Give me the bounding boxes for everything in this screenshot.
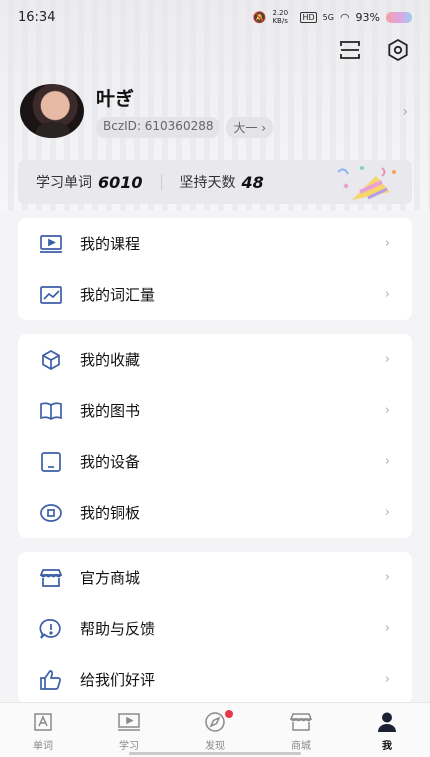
- chevron-right-icon: ›: [384, 352, 390, 367]
- hd-badge: HD: [300, 11, 317, 23]
- user-name: 叶ぎ: [96, 88, 135, 110]
- menu-item-courses[interactable]: 我的课程 ›: [18, 218, 412, 269]
- menu-item-favorites[interactable]: 我的收藏 ›: [18, 334, 412, 385]
- menu-item-label: 我的收藏: [80, 351, 141, 369]
- streak-days-value: 48: [241, 172, 264, 192]
- coin-icon: [38, 502, 64, 524]
- tab-discover[interactable]: 发现: [172, 703, 258, 757]
- scan-icon[interactable]: [338, 38, 362, 62]
- chevron-right-icon: ›: [384, 505, 390, 520]
- chevron-right-icon: ›: [384, 672, 390, 687]
- battery-icon: [386, 11, 412, 23]
- menu-item-coins[interactable]: 我的铜板 ›: [18, 487, 412, 538]
- store-icon: [38, 567, 64, 589]
- wifi-icon: ◠: [339, 10, 350, 24]
- menu-item-label: 我的图书: [80, 402, 141, 420]
- chevron-right-icon: ›: [384, 403, 390, 418]
- words-learned-value: 6010: [98, 172, 143, 192]
- book-icon: [38, 400, 64, 422]
- home-indicator[interactable]: [129, 752, 301, 755]
- help-icon: [38, 618, 64, 640]
- study-icon: [116, 711, 142, 733]
- menu-item-label: 我的铜板: [80, 504, 141, 522]
- menu-item-label: 帮助与反馈: [80, 620, 156, 638]
- avatar[interactable]: [20, 84, 84, 138]
- tab-me[interactable]: 我: [344, 703, 430, 757]
- words-learned-label: 学习单词: [36, 175, 92, 191]
- shop-icon: [288, 711, 314, 733]
- menu-item-label: 官方商城: [80, 569, 141, 587]
- status-indicators: 🔕 2.20 KB/s HD 5G ◠ 93%: [253, 9, 412, 25]
- menu-item-store[interactable]: 官方商城 ›: [18, 552, 412, 603]
- word-icon: [30, 711, 56, 733]
- tab-label: 单词: [33, 741, 53, 752]
- thumbs-up-icon: [38, 669, 64, 691]
- chevron-right-icon: ›: [384, 570, 390, 585]
- settings-icon[interactable]: [386, 38, 410, 62]
- streak-days-label: 坚持天数: [179, 175, 236, 191]
- chevron-right-icon: ›: [384, 621, 390, 636]
- menu-item-rate[interactable]: 给我们好评 ›: [18, 654, 412, 705]
- course-icon: [38, 233, 64, 255]
- menu-item-label: 我的词汇量: [80, 286, 156, 304]
- menu-item-label: 我的课程: [80, 235, 141, 253]
- card-support: 官方商城 › 帮助与反馈 › 给我们好评 ›: [18, 552, 412, 704]
- card-learning: 我的课程 › 我的词汇量 ›: [18, 218, 412, 320]
- chevron-right-icon: ›: [384, 287, 390, 302]
- menu-item-help[interactable]: 帮助与反馈 ›: [18, 603, 412, 654]
- status-bar: 16:34 🔕 2.20 KB/s HD 5G ◠ 93%: [0, 0, 430, 34]
- vocab-chart-icon: [38, 284, 64, 306]
- party-popper-icon: [337, 166, 396, 200]
- tab-study[interactable]: 学习: [86, 703, 172, 757]
- profile-info: 叶ぎ BczID: 610360288 大一 ›: [96, 84, 274, 138]
- battery-percent: 93%: [355, 10, 380, 24]
- chevron-right-icon: ›: [402, 104, 408, 120]
- profile-section[interactable]: 叶ぎ BczID: 610360288 大一 › ›: [20, 84, 412, 138]
- user-id-badge: BczID: 610360288: [96, 117, 221, 138]
- menu-item-vocabulary[interactable]: 我的词汇量 ›: [18, 269, 412, 320]
- chevron-right-icon: ›: [384, 236, 390, 251]
- network-speed: 2.20 KB/s: [272, 9, 289, 25]
- person-icon: [374, 711, 400, 733]
- bottom-tab-bar: 单词 学习 发现 商城 我: [0, 702, 430, 757]
- study-stats[interactable]: 学习单词 6010 坚持天数 48: [18, 160, 412, 204]
- tab-label: 学习: [119, 741, 139, 752]
- card-collection: 我的收藏 › 我的图书 › 我的设备 › 我的铜板 ›: [18, 334, 412, 538]
- menu-item-label: 我的设备: [80, 453, 141, 471]
- top-actions: [338, 38, 410, 62]
- signal-icon: 5G: [322, 12, 334, 22]
- tab-label: 我: [382, 741, 392, 752]
- device-icon: [38, 451, 64, 473]
- stats-divider: [160, 174, 162, 190]
- menu-item-books[interactable]: 我的图书 ›: [18, 385, 412, 436]
- mute-icon: 🔕: [252, 10, 267, 24]
- favorite-box-icon: [38, 349, 64, 371]
- menu-item-label: 给我们好评: [80, 671, 156, 689]
- grade-badge[interactable]: 大一 ›: [226, 117, 274, 138]
- status-time: 16:34: [18, 9, 56, 25]
- tab-words[interactable]: 单词: [0, 703, 86, 757]
- notification-dot: [225, 710, 233, 718]
- menu-item-devices[interactable]: 我的设备 ›: [18, 436, 412, 487]
- tab-shop[interactable]: 商城: [258, 703, 344, 757]
- tab-label: 发现: [205, 741, 225, 752]
- chevron-right-icon: ›: [384, 454, 390, 469]
- tab-label: 商城: [291, 741, 311, 752]
